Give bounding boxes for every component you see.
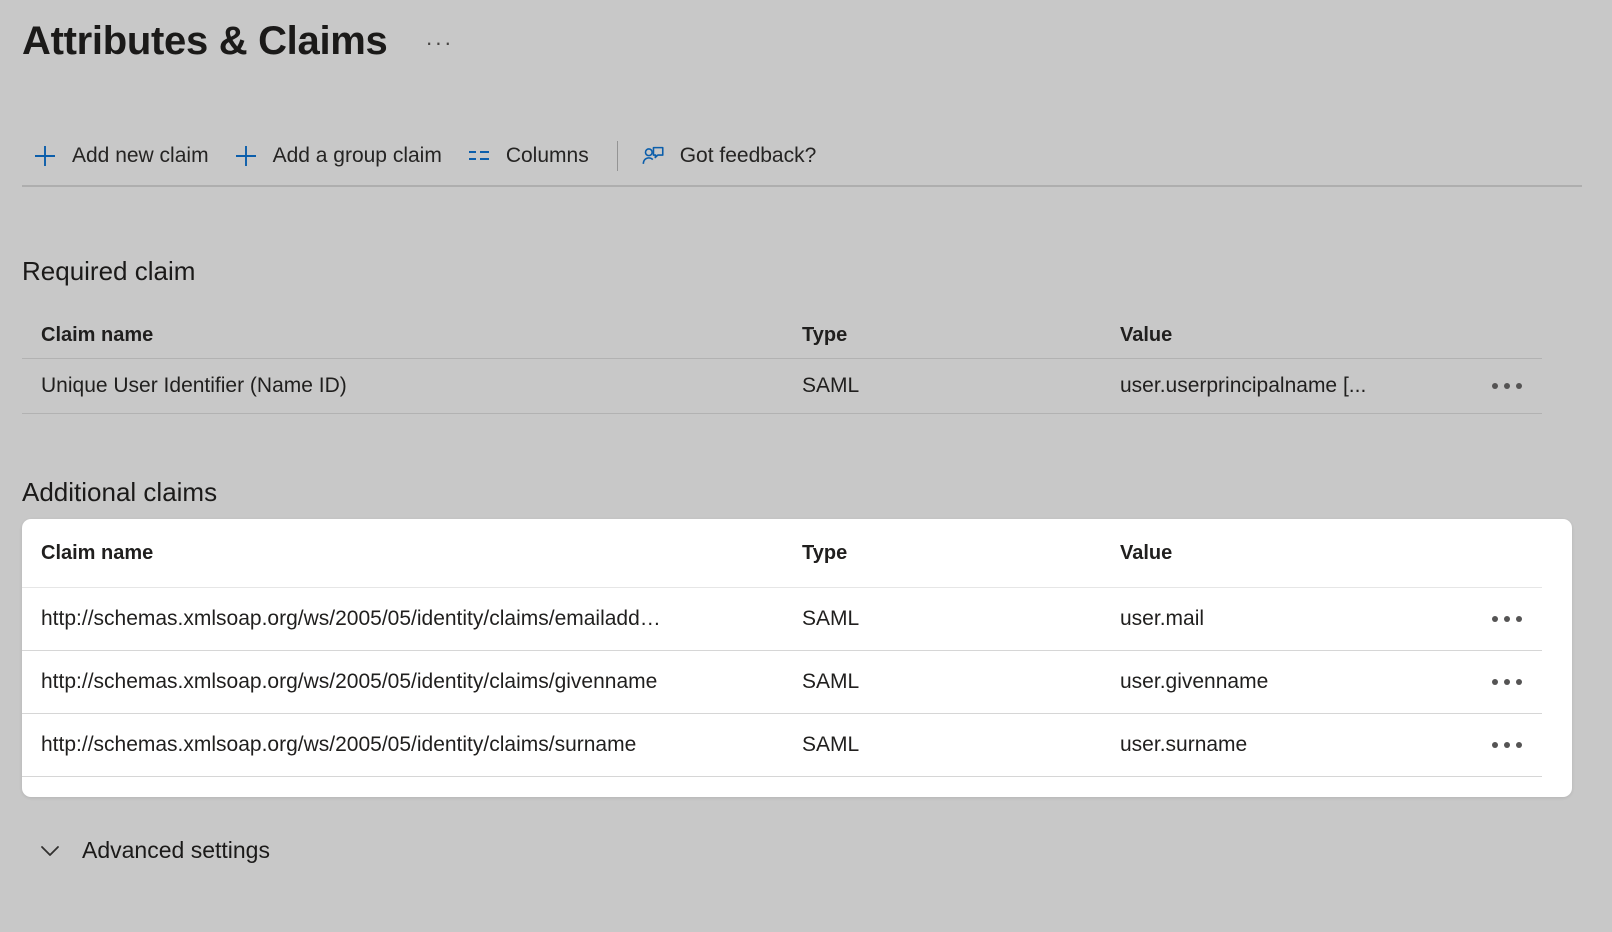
column-header-claim-name: Claim name xyxy=(22,324,802,347)
cell-type: SAML xyxy=(802,374,1120,398)
got-feedback-button[interactable]: Got feedback? xyxy=(630,134,831,178)
feedback-person-icon xyxy=(640,143,666,169)
plus-icon xyxy=(233,143,259,169)
cell-claim-name: http://schemas.xmlsoap.org/ws/2005/05/id… xyxy=(22,670,802,694)
got-feedback-label: Got feedback? xyxy=(680,144,817,168)
additional-claims-card: Claim name Type Value http://schemas.xml… xyxy=(22,519,1572,797)
table-row[interactable]: http://schemas.xmlsoap.org/ws/2005/05/id… xyxy=(22,651,1542,714)
row-actions-menu-button[interactable] xyxy=(1486,734,1528,756)
table-row[interactable]: Unique User Identifier (Name ID) SAML us… xyxy=(22,359,1542,414)
cell-type: SAML xyxy=(802,607,1120,631)
cell-claim-name: http://schemas.xmlsoap.org/ws/2005/05/id… xyxy=(22,733,802,757)
column-header-type: Type xyxy=(802,324,1120,347)
cell-value: user.mail xyxy=(1120,607,1542,631)
page-overflow-menu-button[interactable]: ··· xyxy=(425,32,453,54)
row-actions-menu-button[interactable] xyxy=(1486,608,1528,630)
cell-value: user.userprincipalname [... xyxy=(1120,374,1542,398)
required-claim-table: Claim name Type Value Unique User Identi… xyxy=(22,312,1542,414)
page-title: Attributes & Claims xyxy=(22,21,387,61)
command-bar: Add new claim Add a group claim Columns xyxy=(22,128,830,184)
column-header-claim-name: Claim name xyxy=(22,542,802,565)
advanced-settings-label: Advanced settings xyxy=(82,837,270,864)
column-header-value: Value xyxy=(1120,542,1542,565)
table-row[interactable]: http://schemas.xmlsoap.org/ws/2005/05/id… xyxy=(22,588,1542,651)
table-row[interactable]: http://schemas.xmlsoap.org/ws/2005/05/id… xyxy=(22,714,1542,777)
add-new-claim-label: Add new claim xyxy=(72,144,209,168)
add-group-claim-label: Add a group claim xyxy=(273,144,442,168)
advanced-settings-toggle[interactable]: Advanced settings xyxy=(36,828,270,872)
cell-type: SAML xyxy=(802,733,1120,757)
cell-claim-name: http://schemas.xmlsoap.org/ws/2005/05/id… xyxy=(22,607,802,631)
required-claim-heading: Required claim xyxy=(22,256,195,287)
add-group-claim-button[interactable]: Add a group claim xyxy=(223,134,456,178)
chevron-down-icon xyxy=(36,836,64,864)
toolbar-divider xyxy=(22,185,1582,187)
cell-claim-name: Unique User Identifier (Name ID) xyxy=(22,374,802,398)
column-header-type: Type xyxy=(802,542,1120,565)
table-header-row: Claim name Type Value xyxy=(22,312,1542,359)
additional-claims-heading: Additional claims xyxy=(22,477,217,508)
cell-value: user.surname xyxy=(1120,733,1542,757)
toolbar-separator xyxy=(617,141,618,171)
cell-value: user.givenname xyxy=(1120,670,1542,694)
row-actions-menu-button[interactable] xyxy=(1486,375,1528,397)
row-actions-menu-button[interactable] xyxy=(1486,671,1528,693)
column-header-value: Value xyxy=(1120,324,1542,347)
add-new-claim-button[interactable]: Add new claim xyxy=(22,134,223,178)
page-header: Attributes & Claims ··· xyxy=(22,10,453,72)
columns-icon xyxy=(466,143,492,169)
columns-button[interactable]: Columns xyxy=(456,134,603,178)
plus-icon xyxy=(32,143,58,169)
additional-claims-table: Claim name Type Value http://schemas.xml… xyxy=(22,519,1542,777)
columns-label: Columns xyxy=(506,144,589,168)
table-header-row: Claim name Type Value xyxy=(22,519,1542,588)
cell-type: SAML xyxy=(802,670,1120,694)
